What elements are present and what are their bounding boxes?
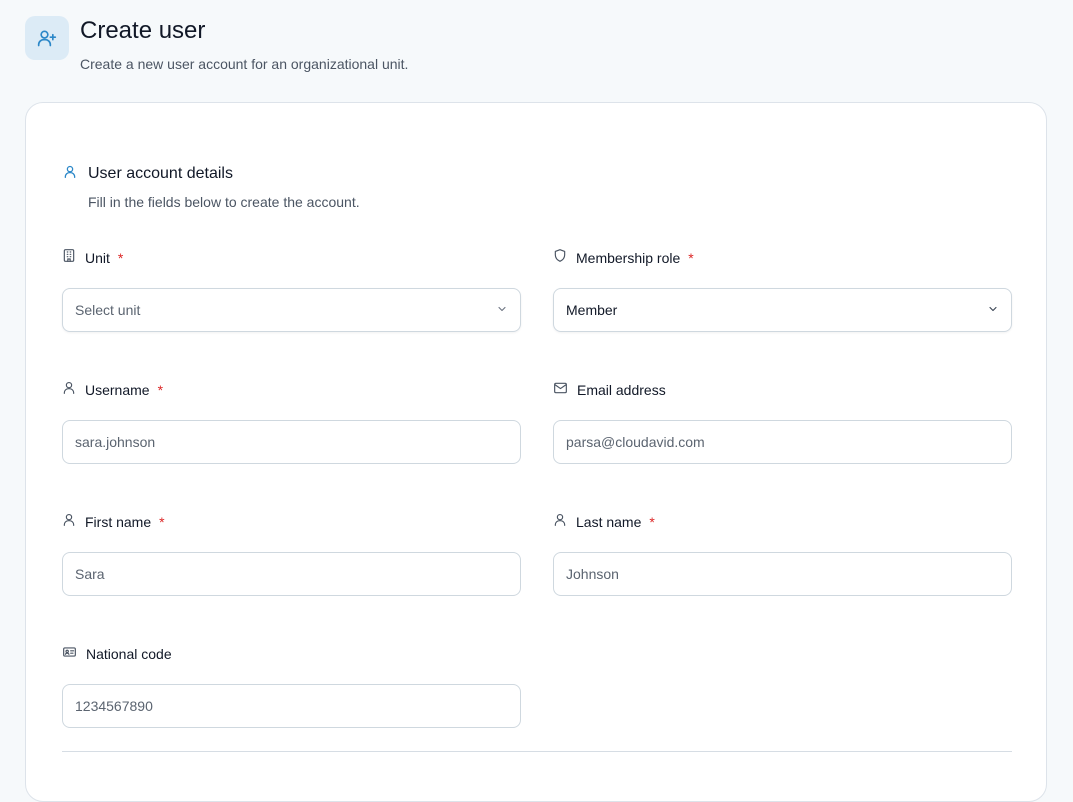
first-name-label: First name (85, 514, 152, 530)
national-code-label: National code (86, 646, 172, 662)
national-code-input[interactable]: 1234567890 (62, 684, 521, 728)
first-name-input[interactable]: Sara (62, 552, 521, 596)
user-icon (63, 164, 77, 184)
divider (62, 751, 1012, 752)
last-name-label: Last name (576, 514, 642, 530)
user-icon (553, 512, 567, 532)
id-card-icon (62, 645, 77, 664)
national-code-field: National code 1234567890 (62, 644, 521, 728)
first-name-field: First name * Sara (62, 512, 521, 596)
section-description: Fill in the fields below to create the a… (88, 194, 360, 210)
building-icon (62, 248, 76, 268)
required-mark: * (157, 382, 164, 398)
user-icon (62, 512, 76, 532)
email-field: Email address parsa@cloudavid.com (553, 380, 1012, 464)
username-input[interactable]: sara.johnson (62, 420, 521, 464)
shield-icon (553, 248, 567, 268)
user-icon (62, 380, 76, 400)
username-field: Username * sara.johnson (62, 380, 521, 464)
last-name-value: Johnson (566, 566, 619, 582)
unit-field: Unit * Select unit (62, 248, 521, 332)
username-label: Username (85, 382, 150, 398)
section-title: User account details (88, 165, 233, 182)
form-card: User account details Fill in the fields … (25, 102, 1047, 802)
unit-label: Unit (85, 250, 110, 266)
email-value: parsa@cloudavid.com (566, 434, 705, 450)
username-value: sara.johnson (75, 434, 156, 450)
unit-select[interactable]: Select unit (62, 288, 521, 332)
required-mark: * (117, 250, 124, 266)
page-subtitle: Create a new user account for an organiz… (80, 56, 409, 72)
membership-role-select[interactable]: Member (553, 288, 1012, 332)
section-header: User account details (63, 164, 233, 184)
unit-select-value: Select unit (75, 302, 141, 318)
first-name-value: Sara (75, 566, 105, 582)
required-mark: * (649, 514, 655, 530)
email-input[interactable]: parsa@cloudavid.com (553, 420, 1012, 464)
last-name-field: Last name * Johnson (553, 512, 1012, 596)
page-title: Create user (80, 17, 206, 44)
email-label: Email address (577, 382, 666, 398)
membership-role-field: Membership role * Member (553, 248, 1012, 332)
chevron-down-icon (496, 302, 508, 318)
last-name-input[interactable]: Johnson (553, 552, 1012, 596)
required-mark: * (159, 514, 165, 530)
mail-icon (553, 381, 568, 400)
chevron-down-icon (987, 302, 999, 318)
required-mark: * (688, 250, 694, 266)
membership-role-value: Member (566, 302, 618, 318)
national-code-value: 1234567890 (75, 698, 153, 714)
page-header: Create user Create a new user account fo… (25, 16, 408, 72)
user-plus-icon (25, 16, 69, 60)
membership-role-label: Membership role (576, 250, 681, 266)
